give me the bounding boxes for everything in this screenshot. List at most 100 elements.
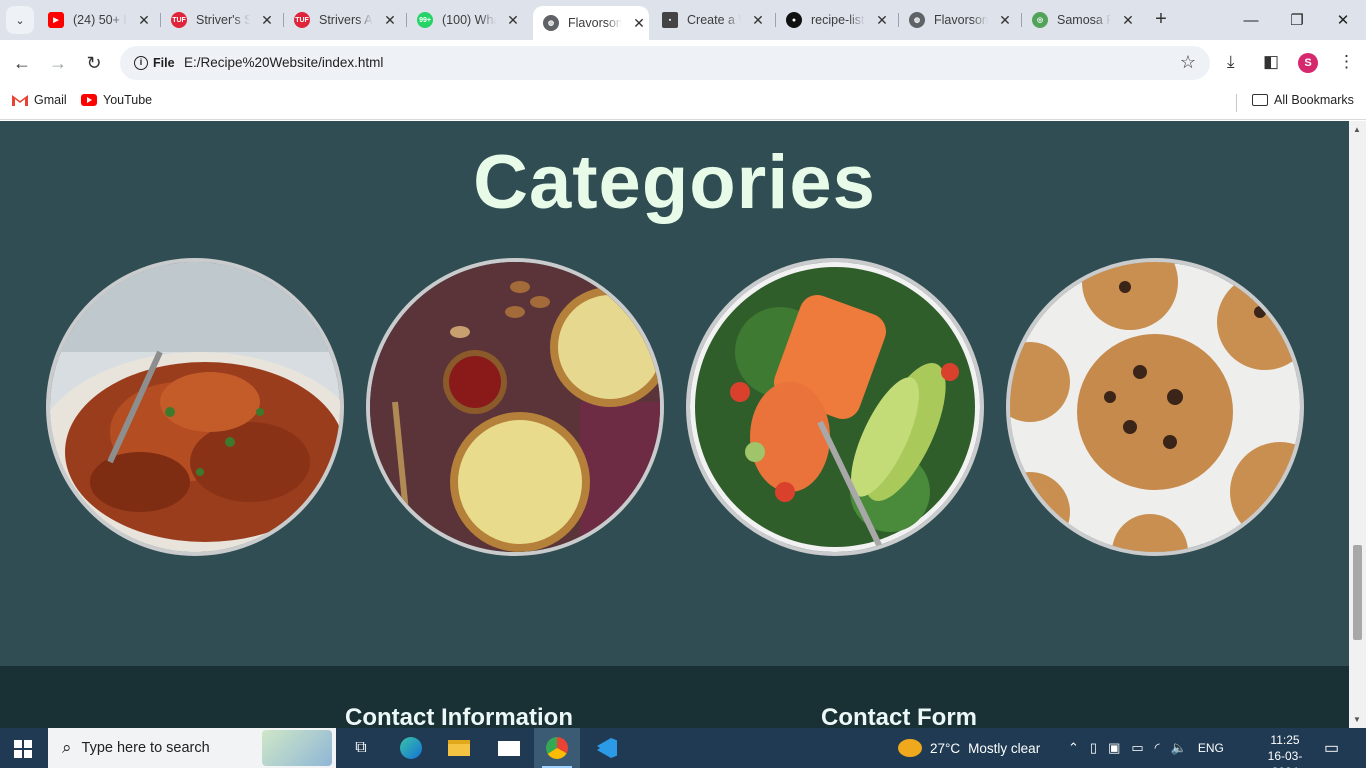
minimize-icon: — (1243, 11, 1259, 29)
close-window-button[interactable]: ✕ (1320, 0, 1366, 40)
battery-icon[interactable]: ▭ (1131, 740, 1143, 756)
tab-6[interactable]: ▪ Create a Website ✕ (652, 0, 772, 40)
bookmark-youtube[interactable]: YouTube (81, 93, 152, 107)
bookmark-star-icon[interactable]: ☆ (1180, 52, 1196, 73)
scrollbar-thumb[interactable] (1353, 545, 1362, 640)
all-bookmarks-label: All Bookmarks (1274, 93, 1354, 107)
category-image-salmon-salad[interactable] (686, 258, 984, 556)
new-tab-button[interactable]: + (1150, 8, 1172, 32)
url-text[interactable]: E:/Recipe%20Website/index.html (184, 55, 383, 70)
scheme-label: File (153, 56, 175, 70)
display-icon[interactable]: ▣ (1108, 740, 1120, 756)
taskbar-chrome[interactable] (534, 728, 580, 768)
search-icon: ⌕ (62, 738, 72, 757)
restore-button[interactable]: ❐ (1274, 0, 1320, 40)
section-title: Categories (473, 140, 876, 225)
arrow-left-icon: ← (13, 52, 31, 73)
tab-title: (100) WhatsApp (442, 13, 496, 27)
scroll-up-icon[interactable]: ▲ (1353, 125, 1361, 134)
profile-avatar[interactable]: S (1298, 53, 1318, 73)
category-image-cookies[interactable] (1006, 258, 1304, 556)
tab-9[interactable]: ◎ Samosa Recipe ✕ (1022, 0, 1142, 40)
bookmark-gmail[interactable]: Gmail (12, 93, 67, 107)
tab-title: Flavorsome (568, 16, 622, 30)
category-image-kheer[interactable] (366, 258, 664, 556)
device-icon[interactable]: ▯ (1090, 740, 1097, 756)
volume-icon[interactable]: 🔈 (1171, 740, 1187, 756)
weather-temp: 27°C (930, 740, 961, 756)
tab-4[interactable]: 99+ (100) WhatsApp ✕ (407, 0, 531, 40)
weather-widget[interactable]: 27°C Mostly clear (898, 728, 1040, 768)
samosa-icon: ◎ (1032, 12, 1048, 28)
tab-2[interactable]: TUF Striver's SDE Sheet ✕ (161, 0, 281, 40)
page-footer: Contact Information Contact Form (0, 666, 1349, 728)
close-icon[interactable]: ✕ (260, 12, 274, 29)
clock-date: 16-03-2024 (1267, 749, 1303, 779)
site-info-chip[interactable]: i File (126, 51, 183, 75)
taskbar-search[interactable]: ⌕ Type here to search (48, 728, 336, 768)
globe-icon: ◍ (543, 15, 559, 31)
close-icon[interactable]: ✕ (383, 12, 397, 29)
task-view-button[interactable]: ⧉ (338, 728, 384, 768)
language-indicator[interactable]: ENG (1198, 741, 1224, 755)
page-scrollbar[interactable]: ▲ ▼ (1349, 121, 1366, 728)
reload-button[interactable]: ↻ (81, 50, 107, 76)
github-icon: ● (786, 12, 802, 28)
youtube-icon (81, 94, 97, 106)
tab-search-button[interactable]: ⌄ (6, 6, 34, 34)
taskbar-vscode[interactable] (584, 728, 630, 768)
tab-title: Samosa Recipe (1057, 13, 1111, 27)
windows-start-icon[interactable] (14, 740, 32, 758)
chrome-icon (546, 737, 568, 759)
side-panel-icon[interactable]: ◧ (1263, 52, 1279, 72)
page-viewport: Categories Contact Information Contact F… (0, 121, 1349, 728)
download-icon[interactable]: ⤓ (1227, 52, 1235, 72)
vscode-icon (597, 738, 617, 758)
tab-1[interactable]: ▶ (24) 50+ LeetCode ✕ (38, 0, 158, 40)
tab-title: recipe-list (811, 13, 865, 27)
menu-kebab-icon[interactable]: ⋮ (1338, 52, 1355, 72)
globe-icon: ◍ (909, 12, 925, 28)
back-button[interactable]: ← (9, 50, 35, 76)
plus-icon: + (1155, 8, 1167, 30)
restore-icon: ❐ (1290, 12, 1304, 29)
address-bar[interactable]: i File E:/Recipe%20Website/index.html ☆ (120, 46, 1210, 80)
edge-icon (400, 737, 422, 759)
taskbar-edge[interactable] (388, 728, 434, 768)
contact-info-title: Contact Information (345, 704, 573, 728)
close-icon[interactable]: ✕ (1121, 12, 1135, 29)
notification-icon: ▭ (1324, 740, 1340, 757)
tuf-icon: TUF (171, 12, 187, 28)
close-icon[interactable]: ✕ (875, 12, 889, 29)
notifications-button[interactable]: ▭ (1324, 728, 1339, 768)
tab-title: (24) 50+ LeetCode (73, 13, 127, 27)
close-icon[interactable]: ✕ (751, 12, 765, 29)
taskbar-file-explorer[interactable] (436, 728, 482, 768)
forward-button[interactable]: → (45, 50, 71, 76)
close-icon[interactable]: ✕ (506, 12, 520, 29)
tab-3[interactable]: TUF Strivers A2Z DSA ✕ (284, 0, 404, 40)
category-image-pasta[interactable] (46, 258, 344, 556)
taskbar-clock[interactable]: 11:25 16-03-2024 (1258, 732, 1312, 780)
tab-5-active[interactable]: ◍ Flavorsome ✕ (533, 6, 649, 40)
reload-icon: ↻ (86, 52, 102, 73)
page-icon: ▪ (662, 12, 678, 28)
clock-time: 11:25 (1270, 733, 1300, 747)
gmail-icon (12, 95, 28, 106)
chevron-down-icon: ⌄ (15, 14, 25, 27)
scroll-down-icon[interactable]: ▼ (1353, 715, 1361, 724)
contact-form-title: Contact Form (821, 704, 977, 728)
close-icon[interactable]: ✕ (137, 12, 151, 29)
minimize-button[interactable]: — (1228, 0, 1274, 40)
tab-7[interactable]: ● recipe-list ✕ (776, 0, 896, 40)
search-highlight-panda-icon (262, 730, 332, 766)
tab-8[interactable]: ◍ Flavorsome ✕ (899, 0, 1019, 40)
close-icon[interactable]: ✕ (998, 12, 1012, 29)
wifi-icon[interactable]: ◜ (1155, 740, 1160, 756)
cookies-image (1010, 262, 1300, 552)
pasta-image (50, 262, 340, 552)
taskbar-mail[interactable] (486, 728, 532, 768)
all-bookmarks[interactable]: All Bookmarks (1252, 93, 1354, 107)
chevron-up-icon[interactable]: ⌃ (1068, 740, 1079, 756)
close-icon[interactable]: ✕ (632, 15, 646, 32)
